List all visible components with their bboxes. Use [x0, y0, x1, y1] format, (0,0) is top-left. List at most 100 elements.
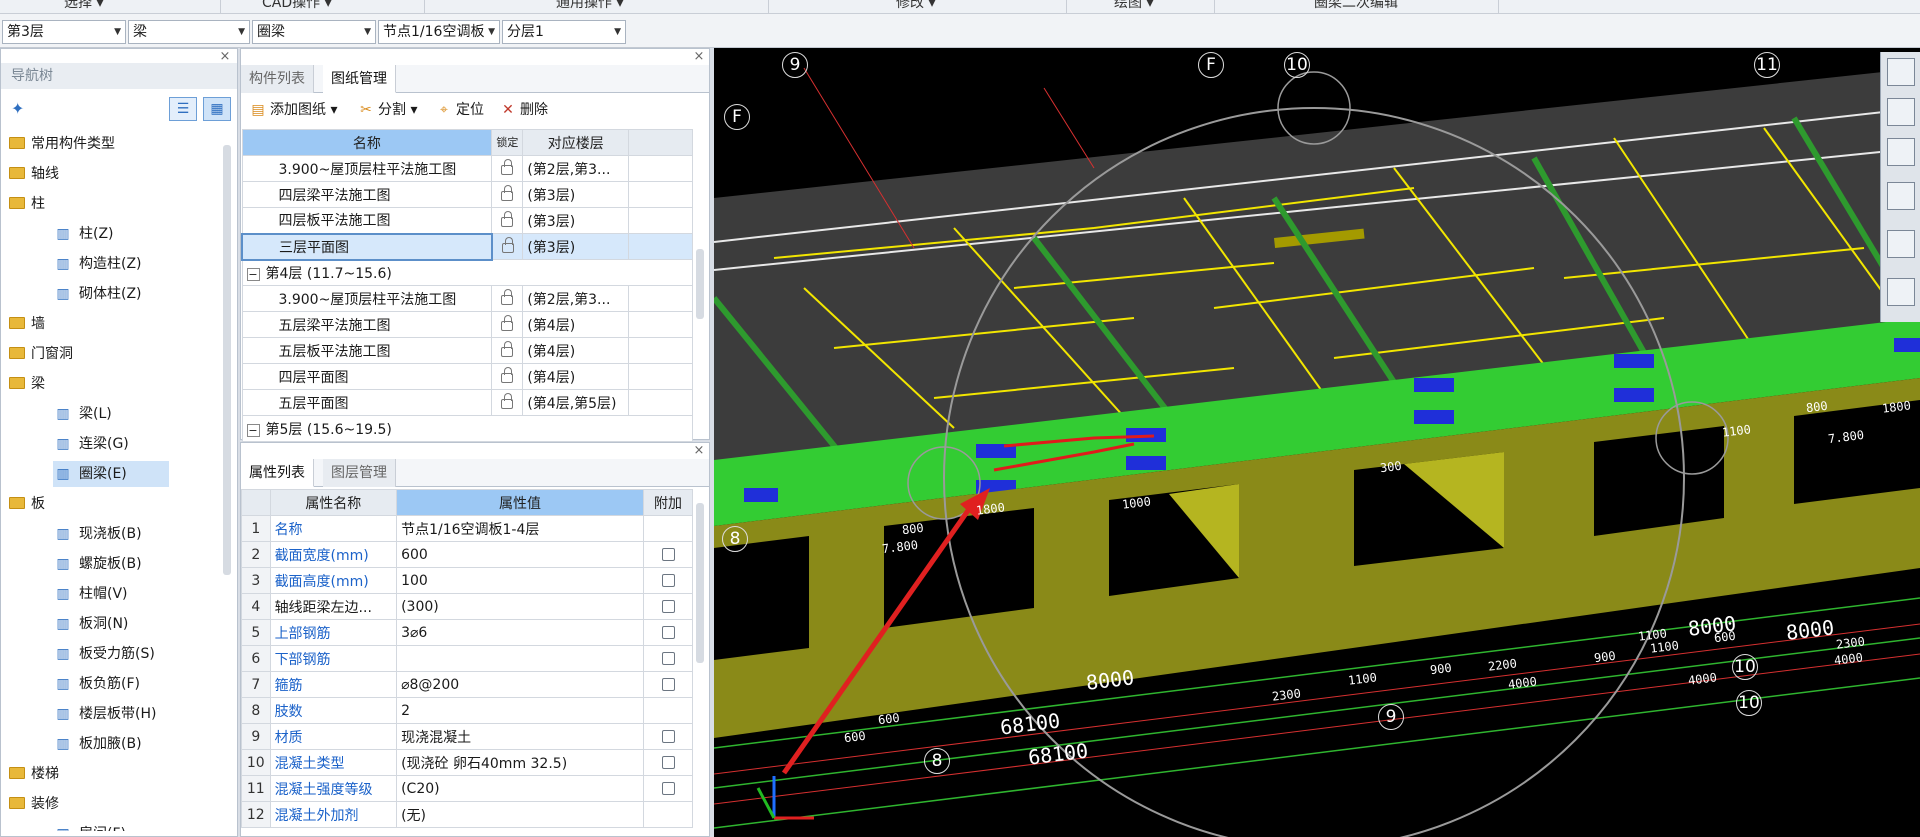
tree-item[interactable]: ▥ 砌体柱(Z) [53, 281, 141, 307]
drawing-lock-cell[interactable] [491, 155, 524, 182]
drawing-row[interactable]: 四层梁平法施工图 (第3层) [241, 181, 693, 208]
tree-item[interactable]: ▥ 柱帽(V) [53, 581, 127, 607]
grid-view-icon[interactable]: ▦ [203, 97, 231, 121]
drawing-row[interactable]: 四层板平法施工图 (第3层) [241, 207, 693, 234]
tree-item[interactable]: ▥ 现浇板(B) [53, 521, 141, 547]
drawing-row[interactable]: 五层平面图 (第4层,第5层) [241, 389, 693, 416]
floor-select[interactable]: 第3层 ▼ [2, 20, 126, 44]
drawing-lock-cell[interactable] [491, 311, 524, 338]
tree-item[interactable]: ▥ 板负筋(F) [53, 671, 140, 697]
tree-item[interactable]: ▥ 柱(Z) [53, 221, 113, 247]
property-row[interactable]: 10 混凝土类型 (现浇砼 卵石40mm 32.5) [241, 749, 693, 776]
collapse-icon[interactable]: − [246, 423, 260, 437]
tree-folder-item[interactable]: 板 [9, 491, 45, 517]
lock-icon[interactable] [501, 210, 514, 227]
property-row[interactable]: 12 混凝土外加剂 (无) [241, 801, 693, 828]
property-value[interactable]: 600 [396, 541, 644, 568]
col-floor[interactable]: 对应楼层 [522, 129, 630, 156]
tree-item[interactable]: ▥ 螺旋板(B) [53, 551, 141, 577]
tab-drawing-manage[interactable]: 图纸管理 [323, 65, 396, 93]
tree-item[interactable]: ▥ 房间(F) [53, 821, 126, 831]
property-value[interactable]: (现浇砼 卵石40mm 32.5) [396, 749, 644, 776]
tree-item[interactable]: ▥ 梁(L) [53, 401, 111, 427]
ribbon-select[interactable]: 选择 ▾ [64, 0, 103, 13]
extra-checkbox[interactable] [661, 574, 675, 587]
tree-item[interactable]: ▥ 圈梁(E) [53, 461, 169, 487]
property-scrollbar[interactable] [696, 503, 704, 663]
extra-checkbox[interactable] [661, 730, 675, 743]
drawing-group-row[interactable]: − 第4层 (11.7~15.6) [241, 259, 693, 286]
tree-item[interactable]: ▥ 楼层板带(H) [53, 701, 156, 727]
tab-component-list[interactable]: 构件列表 [241, 65, 314, 93]
property-value[interactable]: 2 [396, 697, 644, 724]
close-icon[interactable]: × [693, 50, 705, 63]
tab-layer-manage[interactable]: 图层管理 [323, 459, 396, 487]
delete-button[interactable]: ✕ 删除 [499, 95, 548, 125]
extra-checkbox[interactable] [661, 600, 675, 613]
lock-icon[interactable] [501, 158, 514, 175]
drawing-lock-cell[interactable] [491, 207, 524, 234]
drawing-row[interactable]: 四层平面图 (第4层) [241, 363, 693, 390]
property-value[interactable]: 现浇混凝土 [396, 723, 644, 750]
close-icon[interactable]: × [219, 50, 231, 63]
category-select[interactable]: 梁 ▼ [128, 20, 250, 44]
nav-scrollbar[interactable] [223, 145, 231, 575]
property-row[interactable]: 1 名称 节点1/16空调板1-4层 [241, 515, 693, 542]
drawing-group-row[interactable]: − 第5层 (15.6~19.5) [241, 415, 693, 442]
tree-item[interactable]: ▥ 板受力筋(S) [53, 641, 154, 667]
tree-item[interactable]: ▥ 板加腋(B) [53, 731, 141, 757]
extra-checkbox[interactable] [661, 678, 675, 691]
tree-folder-item[interactable]: 轴线 [9, 161, 59, 187]
property-row[interactable]: 4 轴线距梁左边... (300) [241, 593, 693, 620]
extra-checkbox[interactable] [661, 782, 675, 795]
collapse-icon[interactable]: − [246, 267, 260, 281]
type-select[interactable]: 圈梁 ▼ [252, 20, 376, 44]
drawing-lock-cell[interactable] [491, 337, 524, 364]
property-row[interactable]: 2 截面宽度(mm) 600 [241, 541, 693, 568]
layers-icon[interactable] [1887, 278, 1915, 306]
locate-button[interactable]: ⌖ 定位 [435, 95, 484, 125]
property-row[interactable]: 5 上部钢筋 3⌀6 [241, 619, 693, 646]
drawing-row[interactable]: 3.900~屋顶层柱平法施工图 (第2层,第3... [241, 285, 693, 312]
drawing-row[interactable]: 五层板平法施工图 (第4层) [241, 337, 693, 364]
view-2d-icon[interactable] [1887, 98, 1915, 126]
property-value[interactable]: 节点1/16空调板1-4层 [396, 515, 644, 542]
lock-icon[interactable] [501, 314, 514, 331]
drawing-lock-cell[interactable] [491, 181, 524, 208]
add-drawing-button[interactable]: ▤ 添加图纸 ▾ [249, 95, 337, 125]
ribbon-draw[interactable]: 绘图 ▾ [1114, 0, 1153, 13]
property-value[interactable]: (300) [396, 593, 644, 620]
tree-folder-item[interactable]: 柱 [9, 191, 45, 217]
extra-checkbox[interactable] [661, 652, 675, 665]
property-row[interactable]: 8 肢数 2 [241, 697, 693, 724]
lock-icon[interactable] [501, 184, 514, 201]
col-extra[interactable]: 附加 [643, 489, 693, 516]
tree-folder-item[interactable]: 墙 [9, 311, 45, 337]
property-row[interactable]: 3 截面高度(mm) 100 [241, 567, 693, 594]
extra-checkbox[interactable] [661, 756, 675, 769]
lock-icon[interactable] [501, 366, 514, 383]
drawing-row[interactable]: 3.900~屋顶层柱平法施工图 (第2层,第3... [241, 155, 693, 182]
split-button[interactable]: ✂ 分割 ▾ [357, 95, 417, 125]
tree-item[interactable]: ▥ 连梁(G) [53, 431, 128, 457]
orbit-icon[interactable] [1887, 58, 1915, 86]
property-value[interactable]: (无) [396, 801, 644, 828]
property-row[interactable]: 9 材质 现浇混凝土 [241, 723, 693, 750]
property-row[interactable]: 11 混凝土强度等级 (C20) [241, 775, 693, 802]
lock-icon[interactable] [501, 340, 514, 357]
lock-icon[interactable] [501, 288, 514, 305]
tree-item[interactable]: ▥ 板洞(N) [53, 611, 128, 637]
box-view-icon[interactable] [1887, 182, 1915, 210]
close-icon[interactable]: × [693, 444, 705, 457]
property-value[interactable]: 100 [396, 567, 644, 594]
component-select[interactable]: 节点1/16空调板 ▼ [378, 20, 500, 44]
lock-icon[interactable] [501, 392, 514, 409]
cad-viewport[interactable]: 9 F 10 11 F 8 9 8 10 10 8000 8000 68100 68100 2300 4000… [714, 48, 1920, 837]
lock-icon[interactable] [501, 236, 514, 253]
property-value[interactable]: (C20) [396, 775, 644, 802]
pin-icon[interactable]: ✦ [11, 99, 24, 118]
extra-checkbox[interactable] [661, 548, 675, 561]
col-lock[interactable]: 锁定 [491, 129, 524, 156]
property-value[interactable] [396, 645, 644, 672]
ribbon-modify[interactable]: 修改 ▾ [896, 0, 935, 13]
